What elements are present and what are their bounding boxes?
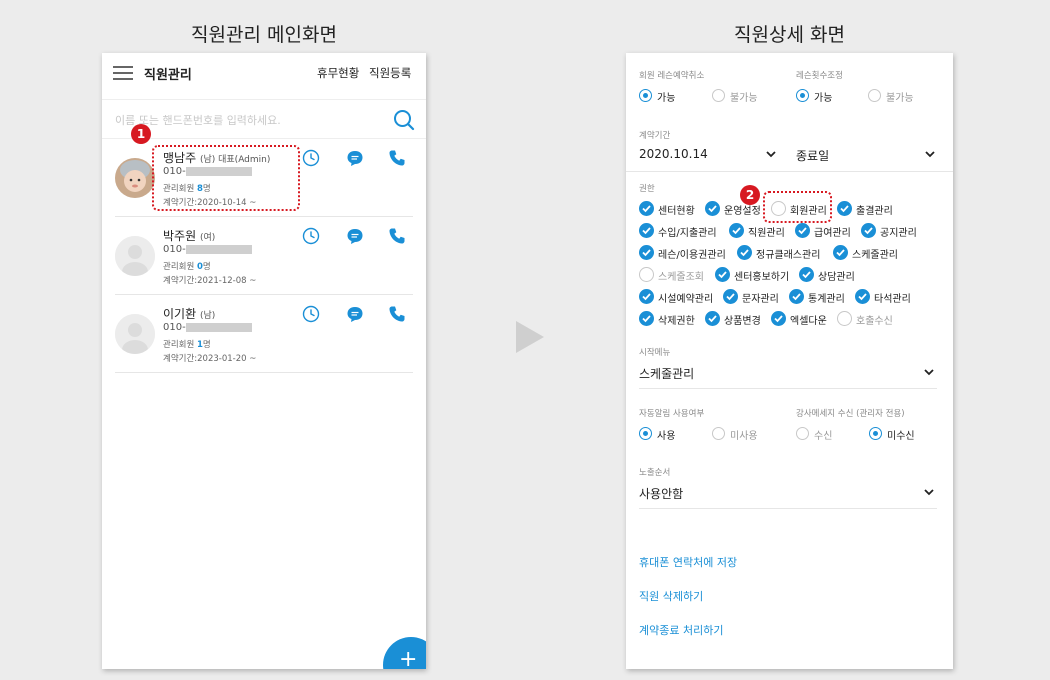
contract-start-select[interactable]: 2020.10.14 — [639, 145, 776, 165]
check-icon — [639, 201, 654, 216]
start-menu-select[interactable]: 스케줄관리 — [639, 363, 937, 383]
staff-row[interactable]: 이기환 (남) 010- 관리회원 1명 계약기간:2023-01-20 ~ — [115, 295, 413, 373]
add-staff-button[interactable]: + — [383, 637, 426, 669]
check-icon — [855, 289, 870, 304]
check-icon — [729, 223, 744, 238]
main-screen: 직원관리 휴무현황 직원등록 맹남주 (남) 대표(Admin) 010- 관리… — [102, 53, 426, 669]
phone-icon[interactable] — [388, 227, 406, 245]
check-icon — [833, 245, 848, 260]
search-icon[interactable] — [393, 109, 415, 131]
staff-name: 박주원 (여) — [163, 229, 216, 243]
avatar — [115, 158, 155, 198]
phone-icon[interactable] — [388, 305, 406, 323]
step-badge: 2 — [740, 185, 760, 205]
search-input[interactable] — [115, 110, 375, 130]
check-icon — [639, 245, 654, 260]
redacted-number — [185, 244, 252, 254]
staff-name: 이기환 (남) — [163, 307, 216, 321]
display-order-label: 노출순서 — [639, 468, 671, 478]
check-icon — [789, 289, 804, 304]
contract-label: 계약기간 — [639, 131, 671, 141]
contract-end-select[interactable]: 종료일 — [796, 145, 938, 165]
redacted-number — [185, 322, 252, 332]
delete-staff-link[interactable]: 직원 삭제하기 — [639, 588, 703, 604]
check-icon — [639, 289, 654, 304]
staff-row[interactable]: 박주원 (여) 010- 관리회원 0명 계약기간:2021-12-08 ~ — [115, 217, 413, 295]
check-icon — [861, 223, 876, 238]
divider — [639, 388, 937, 389]
check-icon — [737, 245, 752, 260]
clock-icon[interactable] — [302, 149, 320, 167]
highlight-box — [152, 145, 300, 211]
divider — [639, 508, 937, 509]
chevron-down-icon — [924, 369, 934, 376]
managed-members: 관리회원 1명 — [163, 340, 211, 350]
adjust-count-label: 레슨횟수조정 — [796, 71, 843, 81]
check-icon — [639, 223, 654, 238]
end-contract-link[interactable]: 계약종료 처리하기 — [639, 622, 723, 638]
main-screen-caption: 직원관리 메인화면 — [191, 24, 337, 46]
avatar — [115, 314, 155, 354]
chat-icon[interactable] — [346, 149, 364, 167]
cancel-booking-label: 회원 레슨예약취소 — [639, 71, 705, 81]
contract-period: 계약기간:2021-12-08 ~ — [163, 276, 257, 286]
check-icon — [837, 201, 852, 216]
detail-screen-caption: 직원상세 화면 — [734, 24, 845, 46]
check-icon — [771, 311, 786, 326]
divider — [626, 171, 953, 172]
avatar — [115, 236, 155, 276]
check-icon — [799, 267, 814, 282]
save-contact-link[interactable]: 휴대폰 연락처에 저장 — [639, 554, 737, 570]
managed-members: 관리회원 0명 — [163, 262, 211, 272]
chat-icon[interactable] — [346, 305, 364, 323]
chat-icon[interactable] — [346, 227, 364, 245]
leave-status-link[interactable]: 휴무현황 — [317, 65, 359, 81]
check-icon — [639, 311, 654, 326]
display-order-select[interactable]: 사용안함 — [639, 483, 937, 503]
phone-icon[interactable] — [388, 149, 406, 167]
page-title: 직원관리 — [144, 68, 192, 83]
check-icon — [795, 223, 810, 238]
auto-alert-label: 자동알림 사용여부 — [639, 409, 705, 419]
contract-period: 계약기간:2023-01-20 ~ — [163, 354, 257, 364]
staff-phone: 010- — [163, 322, 252, 333]
clock-icon[interactable] — [302, 227, 320, 245]
start-menu-label: 시작메뉴 — [639, 348, 671, 358]
chevron-down-icon — [766, 151, 776, 158]
detail-screen: 회원 레슨예약취소 레슨횟수조정 가능 불가능 가능 불가능 계약기간 2020… — [626, 53, 953, 669]
check-icon — [715, 267, 730, 282]
chevron-down-icon — [925, 151, 935, 158]
clock-icon[interactable] — [302, 305, 320, 323]
menu-icon[interactable] — [113, 66, 133, 80]
arrow-right-icon — [516, 321, 544, 353]
plus-icon: + — [399, 647, 418, 669]
instructor-msg-label: 강사메세지 수신 (관리자 전용) — [796, 409, 905, 419]
check-icon — [705, 311, 720, 326]
permissions-label: 권한 — [639, 184, 655, 194]
top-bar: 직원관리 휴무현황 직원등록 — [102, 53, 426, 93]
staff-phone: 010- — [163, 244, 252, 255]
check-icon — [723, 289, 738, 304]
chevron-down-icon — [924, 489, 934, 496]
staff-register-link[interactable]: 직원등록 — [369, 65, 411, 81]
step-badge: 1 — [131, 124, 151, 144]
check-icon — [705, 201, 720, 216]
highlight-box — [763, 191, 832, 223]
